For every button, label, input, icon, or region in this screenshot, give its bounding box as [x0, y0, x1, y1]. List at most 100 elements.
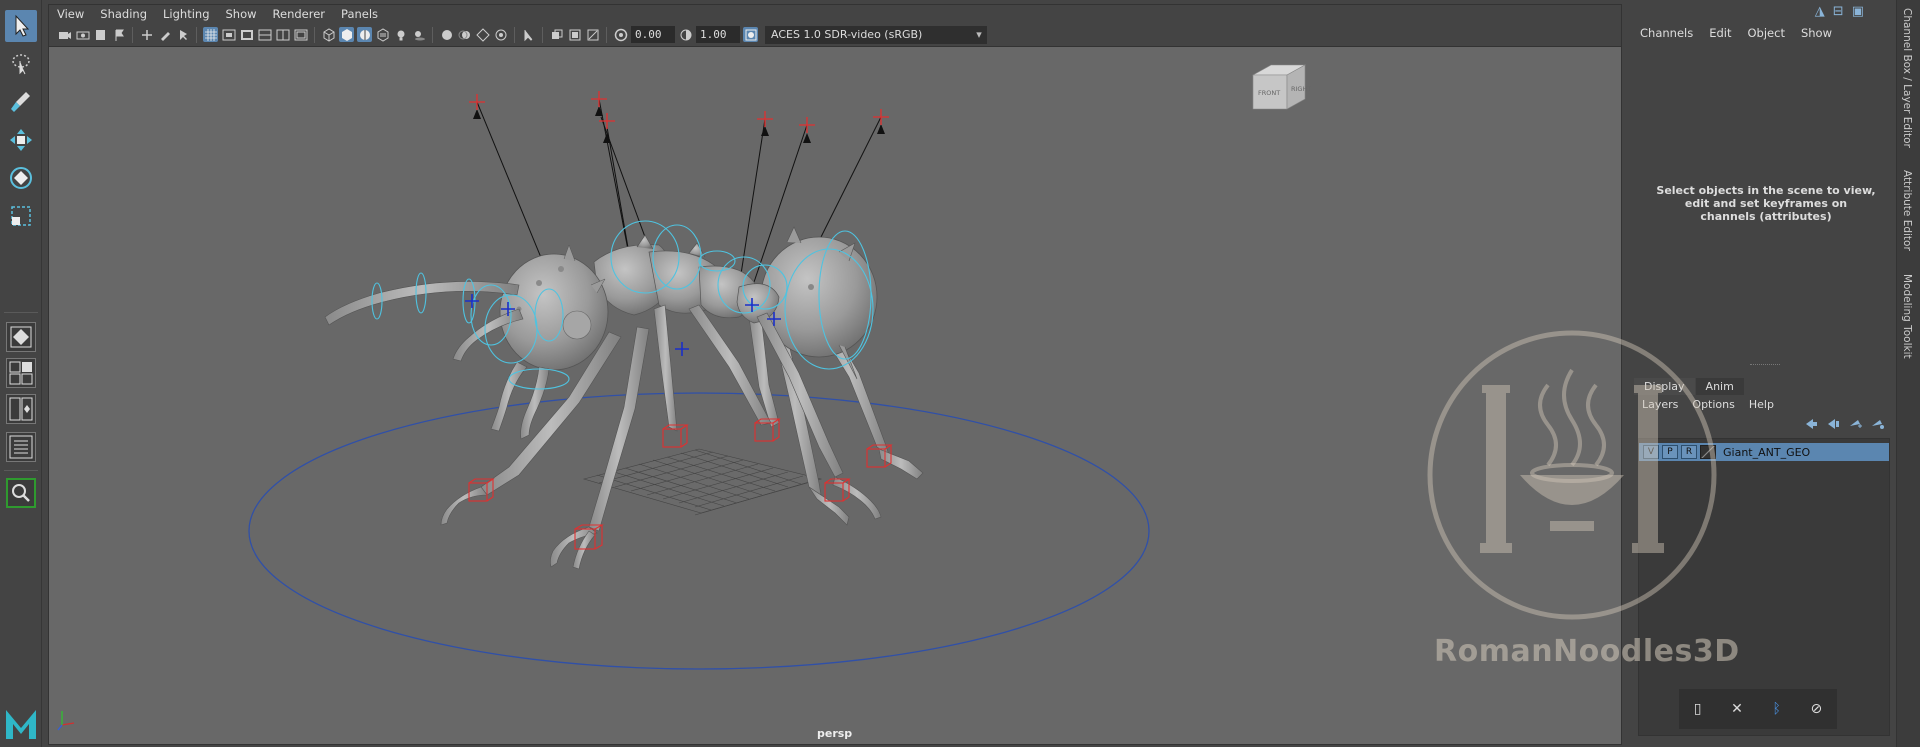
- layer-visibility-toggle[interactable]: V: [1643, 445, 1659, 459]
- menu-show[interactable]: Show: [226, 7, 257, 21]
- camera-attr-icon: [76, 31, 89, 39]
- usb-drive-icon[interactable]: ▯: [1694, 701, 1702, 717]
- layer-playback-toggle[interactable]: P: [1662, 445, 1678, 459]
- panel-splitter[interactable]: [1750, 364, 1780, 365]
- gate-mask-button[interactable]: [257, 27, 272, 42]
- tab-display[interactable]: Display: [1634, 378, 1695, 395]
- 2d-pan-zoom-button[interactable]: [139, 27, 154, 42]
- new-layer-selected-icon[interactable]: [1870, 418, 1884, 430]
- film-gate-button[interactable]: [221, 27, 236, 42]
- exposure-icon: [614, 28, 627, 41]
- move-layer-up-icon[interactable]: [1804, 418, 1818, 430]
- watermark-text: RomanNoodles3D: [1434, 634, 1740, 669]
- smooth-shade-button[interactable]: [339, 27, 354, 42]
- toolbox-divider-2: [4, 470, 38, 471]
- 3d-scene[interactable]: FRONT RIGHT: [49, 47, 1622, 745]
- shadows-button[interactable]: [411, 27, 426, 42]
- tab-anim[interactable]: Anim: [1695, 378, 1744, 395]
- wireframe-on-shaded-button[interactable]: [357, 27, 372, 42]
- menu-edit[interactable]: Edit: [1709, 26, 1731, 40]
- menu-channels[interactable]: Channels: [1640, 26, 1693, 40]
- tab-modeling-toolkit[interactable]: Modeling Toolkit: [1901, 274, 1913, 359]
- viewport-panel[interactable]: View Shading Lighting Show Renderer Pane…: [48, 4, 1622, 745]
- field-chart-button[interactable]: [275, 27, 290, 42]
- motion-blur-button[interactable]: [457, 27, 472, 42]
- exposure-button[interactable]: [613, 27, 628, 42]
- x-ray-active-button[interactable]: [567, 27, 582, 42]
- lasso-tool[interactable]: [5, 48, 37, 80]
- search-button[interactable]: [6, 478, 36, 508]
- move-panel-icon[interactable]: ◮: [1815, 4, 1825, 19]
- safe-action-button[interactable]: [293, 27, 308, 42]
- depth-of-field-button[interactable]: [493, 27, 508, 42]
- move-tool[interactable]: [5, 124, 37, 156]
- menu-layers[interactable]: Layers: [1642, 398, 1678, 411]
- x-ray-active-icon: [569, 29, 580, 40]
- menu-object[interactable]: Object: [1748, 26, 1785, 40]
- hidden-eye-icon[interactable]: ⊘: [1810, 701, 1822, 717]
- exposure-field[interactable]: [631, 26, 675, 43]
- x-ray-button[interactable]: [549, 27, 564, 42]
- use-all-lights-button[interactable]: [393, 27, 408, 42]
- lock-panel-icon[interactable]: ⊟: [1833, 4, 1844, 19]
- layer-color-swatch[interactable]: [1700, 445, 1716, 459]
- grid-toggle-button[interactable]: [203, 27, 218, 42]
- camera-attributes-button[interactable]: [75, 27, 90, 42]
- toolbar-separator: [132, 26, 133, 43]
- scale-tool[interactable]: [5, 200, 37, 232]
- menu-view[interactable]: View: [57, 7, 84, 21]
- rotate-tool[interactable]: [5, 162, 37, 194]
- select-tool[interactable]: [5, 10, 37, 42]
- outliner-layout-button[interactable]: [6, 432, 36, 462]
- lasso-icon: [12, 54, 30, 75]
- ground-circle-control[interactable]: [248, 392, 1150, 670]
- viewport-menubar: View Shading Lighting Show Renderer Pane…: [49, 5, 1621, 23]
- layer-name[interactable]: Giant_ANT_GEO: [1723, 446, 1810, 459]
- light-bulb-icon: [397, 30, 404, 40]
- layer-row-giant-ant-geo[interactable]: V P R Giant_ANT_GEO: [1639, 443, 1889, 461]
- layer-display-type-toggle[interactable]: R: [1681, 445, 1697, 459]
- menu-lighting[interactable]: Lighting: [163, 7, 209, 21]
- pole-vector-controls[interactable]: [469, 91, 889, 133]
- x-ray-joints-button[interactable]: [585, 27, 600, 42]
- resolution-gate-button[interactable]: [239, 27, 254, 42]
- wireframe-button[interactable]: [321, 27, 336, 42]
- bookmark-button[interactable]: [93, 27, 108, 42]
- tab-attribute-editor[interactable]: Attribute Editor: [1901, 170, 1913, 251]
- tab-channel-box-layer-editor[interactable]: Channel Box / Layer Editor: [1901, 8, 1913, 148]
- options-panel-icon[interactable]: ▣: [1852, 4, 1864, 19]
- bluetooth-icon[interactable]: ᛒ: [1772, 701, 1780, 717]
- grease-pencil-button[interactable]: [157, 27, 172, 42]
- toolbar-separator: [196, 26, 197, 43]
- list-icon: [9, 435, 33, 459]
- isolate-select-button[interactable]: [521, 27, 536, 42]
- view-transform-button[interactable]: [175, 27, 190, 42]
- view-cube-front-label: FRONT: [1258, 89, 1280, 97]
- menu-show-channels[interactable]: Show: [1801, 26, 1832, 40]
- four-pane-layout-button[interactable]: [6, 358, 36, 388]
- layer-editor-buttons: [1804, 418, 1884, 430]
- two-pane-layout-button[interactable]: [6, 394, 36, 424]
- textured-button[interactable]: [375, 27, 390, 42]
- image-plane-button[interactable]: [111, 27, 126, 42]
- isolate-icon: [524, 29, 532, 41]
- viewport-toolbar: ACES 1.0 SDR-video (sRGB) ▾: [49, 23, 1621, 47]
- view-transform-dropdown[interactable]: ACES 1.0 SDR-video (sRGB) ▾: [765, 25, 987, 44]
- anti-aliasing-button[interactable]: [475, 27, 490, 42]
- network-off-icon[interactable]: ✕: [1731, 701, 1743, 717]
- screen-space-ao-button[interactable]: [439, 27, 454, 42]
- move-layer-down-icon[interactable]: [1826, 418, 1840, 430]
- menu-shading[interactable]: Shading: [100, 7, 147, 21]
- camera-select-button[interactable]: [57, 27, 72, 42]
- menu-help[interactable]: Help: [1749, 398, 1774, 411]
- view-cube[interactable]: FRONT RIGHT: [1251, 64, 1311, 110]
- menu-panels[interactable]: Panels: [341, 7, 378, 21]
- single-pane-layout-button[interactable]: [6, 322, 36, 352]
- color-management-toggle[interactable]: [743, 27, 758, 42]
- paint-select-tool[interactable]: [5, 86, 37, 118]
- new-layer-icon[interactable]: [1848, 418, 1862, 430]
- gamma-button[interactable]: [678, 27, 693, 42]
- menu-renderer[interactable]: Renderer: [273, 7, 326, 21]
- menu-options[interactable]: Options: [1692, 398, 1734, 411]
- gamma-field[interactable]: [696, 26, 740, 43]
